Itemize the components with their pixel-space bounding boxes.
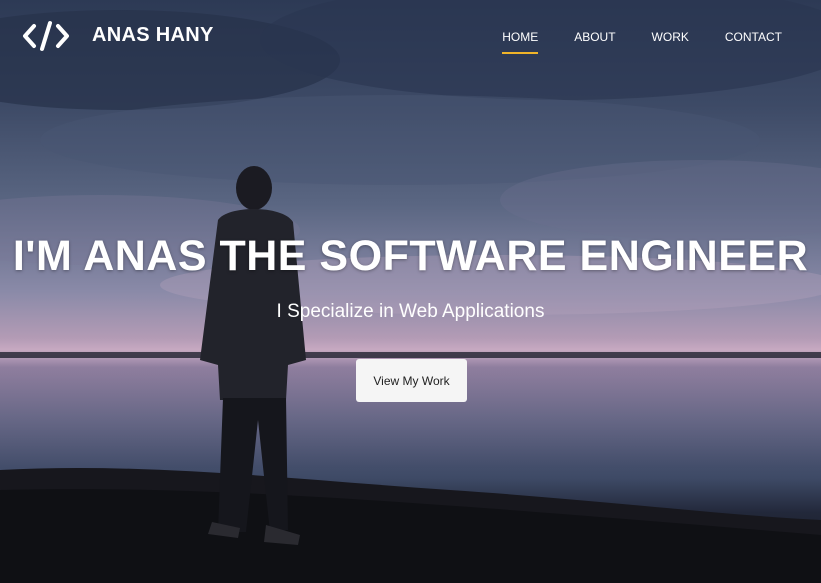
code-brackets-icon[interactable]: [22, 19, 70, 53]
nav-work-link[interactable]: WORK: [652, 30, 689, 52]
brand-name[interactable]: ANAS HANY: [92, 24, 214, 47]
nav-home-link[interactable]: HOME: [502, 30, 539, 54]
shoreline: [0, 468, 821, 583]
person-silhouette: [200, 166, 306, 545]
nav-about-link[interactable]: ABOUT: [574, 30, 615, 52]
hero-headline: I'M ANAS THE SOFTWARE ENGINEER: [12, 232, 809, 280]
nav-contact-link[interactable]: CONTACT: [725, 30, 782, 52]
nav-menu: HOME ABOUT WORK CONTACT: [502, 30, 782, 54]
view-my-work-button[interactable]: View My Work: [356, 359, 467, 402]
navbar: ANAS HANY HOME ABOUT WORK CONTACT: [0, 0, 821, 74]
hero-section: ANAS HANY HOME ABOUT WORK CONTACT I'M AN…: [0, 0, 821, 583]
hero-subheadline: I Specialize in Web Applications: [276, 301, 545, 322]
